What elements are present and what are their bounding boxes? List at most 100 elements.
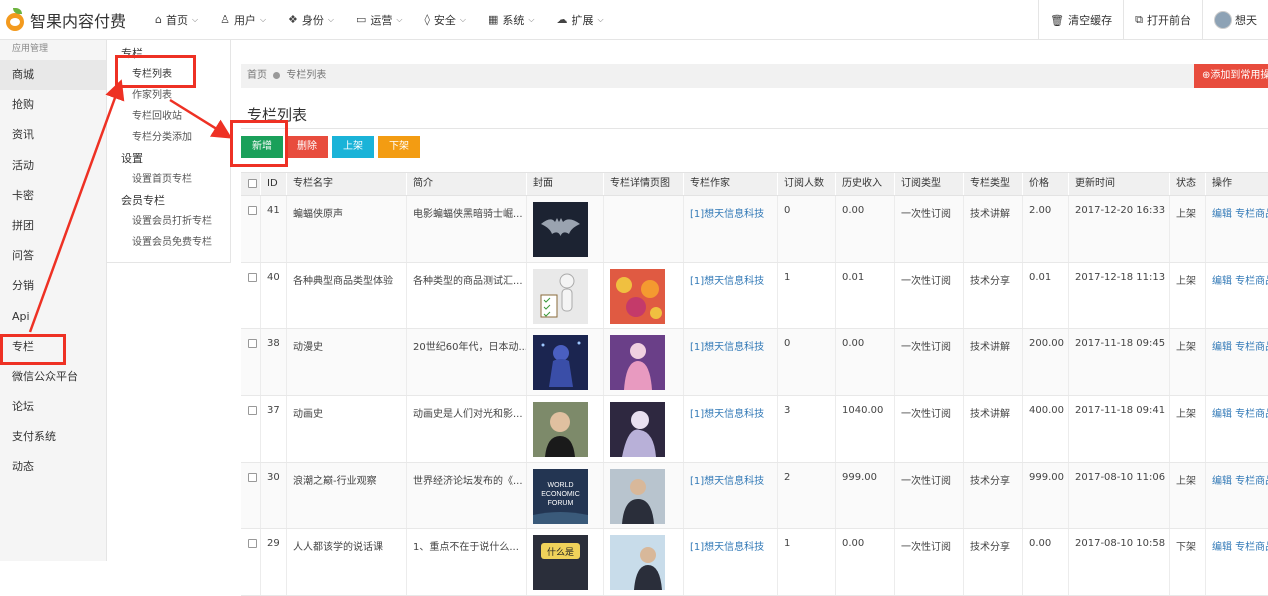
breadcrumb-home[interactable]: 首页 [247,70,267,81]
select-all-checkbox[interactable] [241,173,261,195]
row-checkbox[interactable] [241,196,261,262]
checkbox[interactable] [248,406,257,416]
submenu-group-member-column: 会员专栏 [121,194,165,207]
submenu-link-add-category[interactable]: 专栏分类添加 [107,127,230,148]
sidebar-item-wechat[interactable]: 微信公众平台 [0,362,106,392]
cell-actions[interactable]: 编辑 专栏商品 [1206,463,1268,529]
cell-price: 0.00 [1023,529,1069,596]
add-to-favorites-button[interactable]: ⊕添加到常用操作 [1194,64,1268,88]
sidebar-item-column[interactable]: 专栏 [0,332,106,362]
checkbox[interactable] [248,272,257,282]
chevron-down-icon: ⌵ [597,14,604,24]
sidebar-item-card-codes[interactable]: 卡密 [0,181,106,211]
user-name: 想天 [1235,14,1257,27]
unpublish-button[interactable]: 下架 [378,136,420,158]
nav-item-user[interactable]: ♙ 用户 ⌵ [209,0,277,40]
nav-item-security[interactable]: ◊ 安全 ⌵ [413,0,477,40]
cell-actions[interactable]: 编辑 专栏商品 [1206,196,1268,262]
submenu-link-member-free[interactable]: 设置会员免费专栏 [107,232,230,253]
sidebar-item-news[interactable]: 资讯 [0,120,106,150]
nav-item-operations[interactable]: ▭ 运营 ⌵ [345,0,413,40]
cell-subscribers: 3 [778,396,836,462]
nav-item-extensions[interactable]: ☁ 扩展 ⌵ [545,0,614,40]
sidebar-item-group-buy[interactable]: 拼团 [0,211,106,241]
cell-subscribers: 1 [778,529,836,596]
checkbox[interactable] [248,206,257,215]
submenu-link-author-list[interactable]: 作家列表 [107,85,230,106]
publish-button[interactable]: 上架 [332,136,374,158]
speaker-portrait-icon [610,535,665,591]
checkbox[interactable] [248,472,257,482]
top-nav: ⌂ 首页 ⌵ ♙ 用户 ⌵ ❖ 身份 ⌵ ▭ 运营 ⌵ ◊ 安全 ⌵ ▦ 系统 … [144,0,615,40]
row-checkbox[interactable] [241,262,261,329]
cell-cover: WORLD ECONOMIC FORUM [527,462,604,529]
cell-sub-type: 一次性订阅 [895,196,964,262]
row-checkbox[interactable] [241,462,261,529]
sidebar-item-flash-sale[interactable]: 抢购 [0,90,106,120]
col-header-status: 状态 [1170,173,1206,195]
row-checkbox[interactable] [241,529,261,596]
sidebar-item-qa[interactable]: 问答 [0,241,106,271]
sidebar-item-feed[interactable]: 动态 [0,452,106,482]
cell-actions[interactable]: 编辑 专栏商品 [1206,529,1268,595]
cell-subscribers: 2 [778,462,836,529]
user-menu[interactable]: 想天 [1202,0,1268,40]
cell-cover: 什么是 [527,529,604,596]
cell-cover [527,196,604,262]
cloud-icon: ☁ [556,13,568,26]
anime-character-icon [610,402,665,458]
nav-item-identity[interactable]: ❖ 身份 ⌵ [277,0,345,40]
submenu-link-home-column[interactable]: 设置首页专栏 [107,169,230,190]
nav-label: 身份 [301,13,324,27]
wef-logo-text-2: ECONOMIC [541,491,580,498]
sidebar-item-mall[interactable]: 商城 [0,60,106,91]
sidebar-item-forum[interactable]: 论坛 [0,392,106,422]
row-checkbox[interactable] [241,329,261,396]
chevron-down-icon: ⌵ [327,14,334,24]
open-frontend-button[interactable]: ⧉ 打开前台 [1123,0,1202,40]
cell-author[interactable]: [1]想天信息科技 [684,396,778,462]
cell-income: 999.00 [836,462,895,529]
clear-cache-button[interactable]: 🗑 清空缓存 [1038,0,1123,40]
submenu-link-member-discount[interactable]: 设置会员打折专栏 [107,211,230,232]
sidebar-item-api[interactable]: Api [0,302,106,332]
nav-item-system[interactable]: ▦ 系统 ⌵ [477,0,545,40]
top-right-actions: 🗑 清空缓存 ⧉ 打开前台 想天 [1038,0,1268,40]
cell-author[interactable]: [1]想天信息科技 [684,462,778,529]
delete-button[interactable]: 删除 [286,136,328,158]
submenu-link-recycle-bin[interactable]: 专栏回收站 [107,106,230,127]
sidebar-item-activity[interactable]: 活动 [0,151,106,181]
row-checkbox[interactable] [241,396,261,462]
fruit-logo-icon [4,7,26,32]
submenu-link-column-list[interactable]: 专栏列表 [107,64,230,85]
detail-image [610,335,665,391]
nav-item-home[interactable]: ⌂ 首页 ⌵ [144,0,209,40]
detail-image [610,468,665,524]
table-row: 37 动画史 动画史是人们对光和影... [1]想天信息科技 3 1040.00 一次性订阅… [241,396,1268,463]
cell-author[interactable]: [1]想天信息科技 [684,329,778,396]
cell-name: 各种典型商品类型体验 [287,262,407,329]
checkbox[interactable] [248,339,257,349]
cell-subscribers: 0 [778,196,836,262]
col-header-sub-type: 订阅类型 [895,173,964,195]
cell-author[interactable]: [1]想天信息科技 [684,529,778,596]
add-button[interactable]: 新增 [241,136,283,158]
column-table: ID 专栏名字 简介 封面 专栏详情页图 专栏作家 订阅人数 历史收入 订阅类型… [241,172,1268,596]
cell-actions[interactable]: 编辑 专栏商品 [1206,396,1268,462]
col-header-price: 价格 [1023,173,1069,195]
checkbox[interactable] [248,539,257,549]
cell-author[interactable]: [1]想天信息科技 [684,262,778,329]
cell-actions[interactable]: 编辑 专栏商品 [1206,263,1268,329]
cell-author[interactable]: [1]想天信息科技 [684,196,778,262]
detail-image [610,535,665,591]
cell-detail-image [604,396,684,462]
logo[interactable]: 智果内容付费 [0,7,130,32]
nav-label: 系统 [502,13,525,27]
nav-label: 用户 [233,13,256,27]
sidebar-item-payment[interactable]: 支付系统 [0,422,106,452]
cell-actions[interactable]: 编辑 专栏商品 [1206,329,1268,395]
sidebar-item-distribution[interactable]: 分销 [0,271,106,301]
anime-girl-icon [610,335,665,391]
table-row: 41 蝙蝠侠原声 电影蝙蝠侠黑暗骑士崛... [1]想天信息科技 0 0.00 一次性订阅技… [241,196,1268,263]
col-header-id[interactable]: ID [261,173,287,195]
